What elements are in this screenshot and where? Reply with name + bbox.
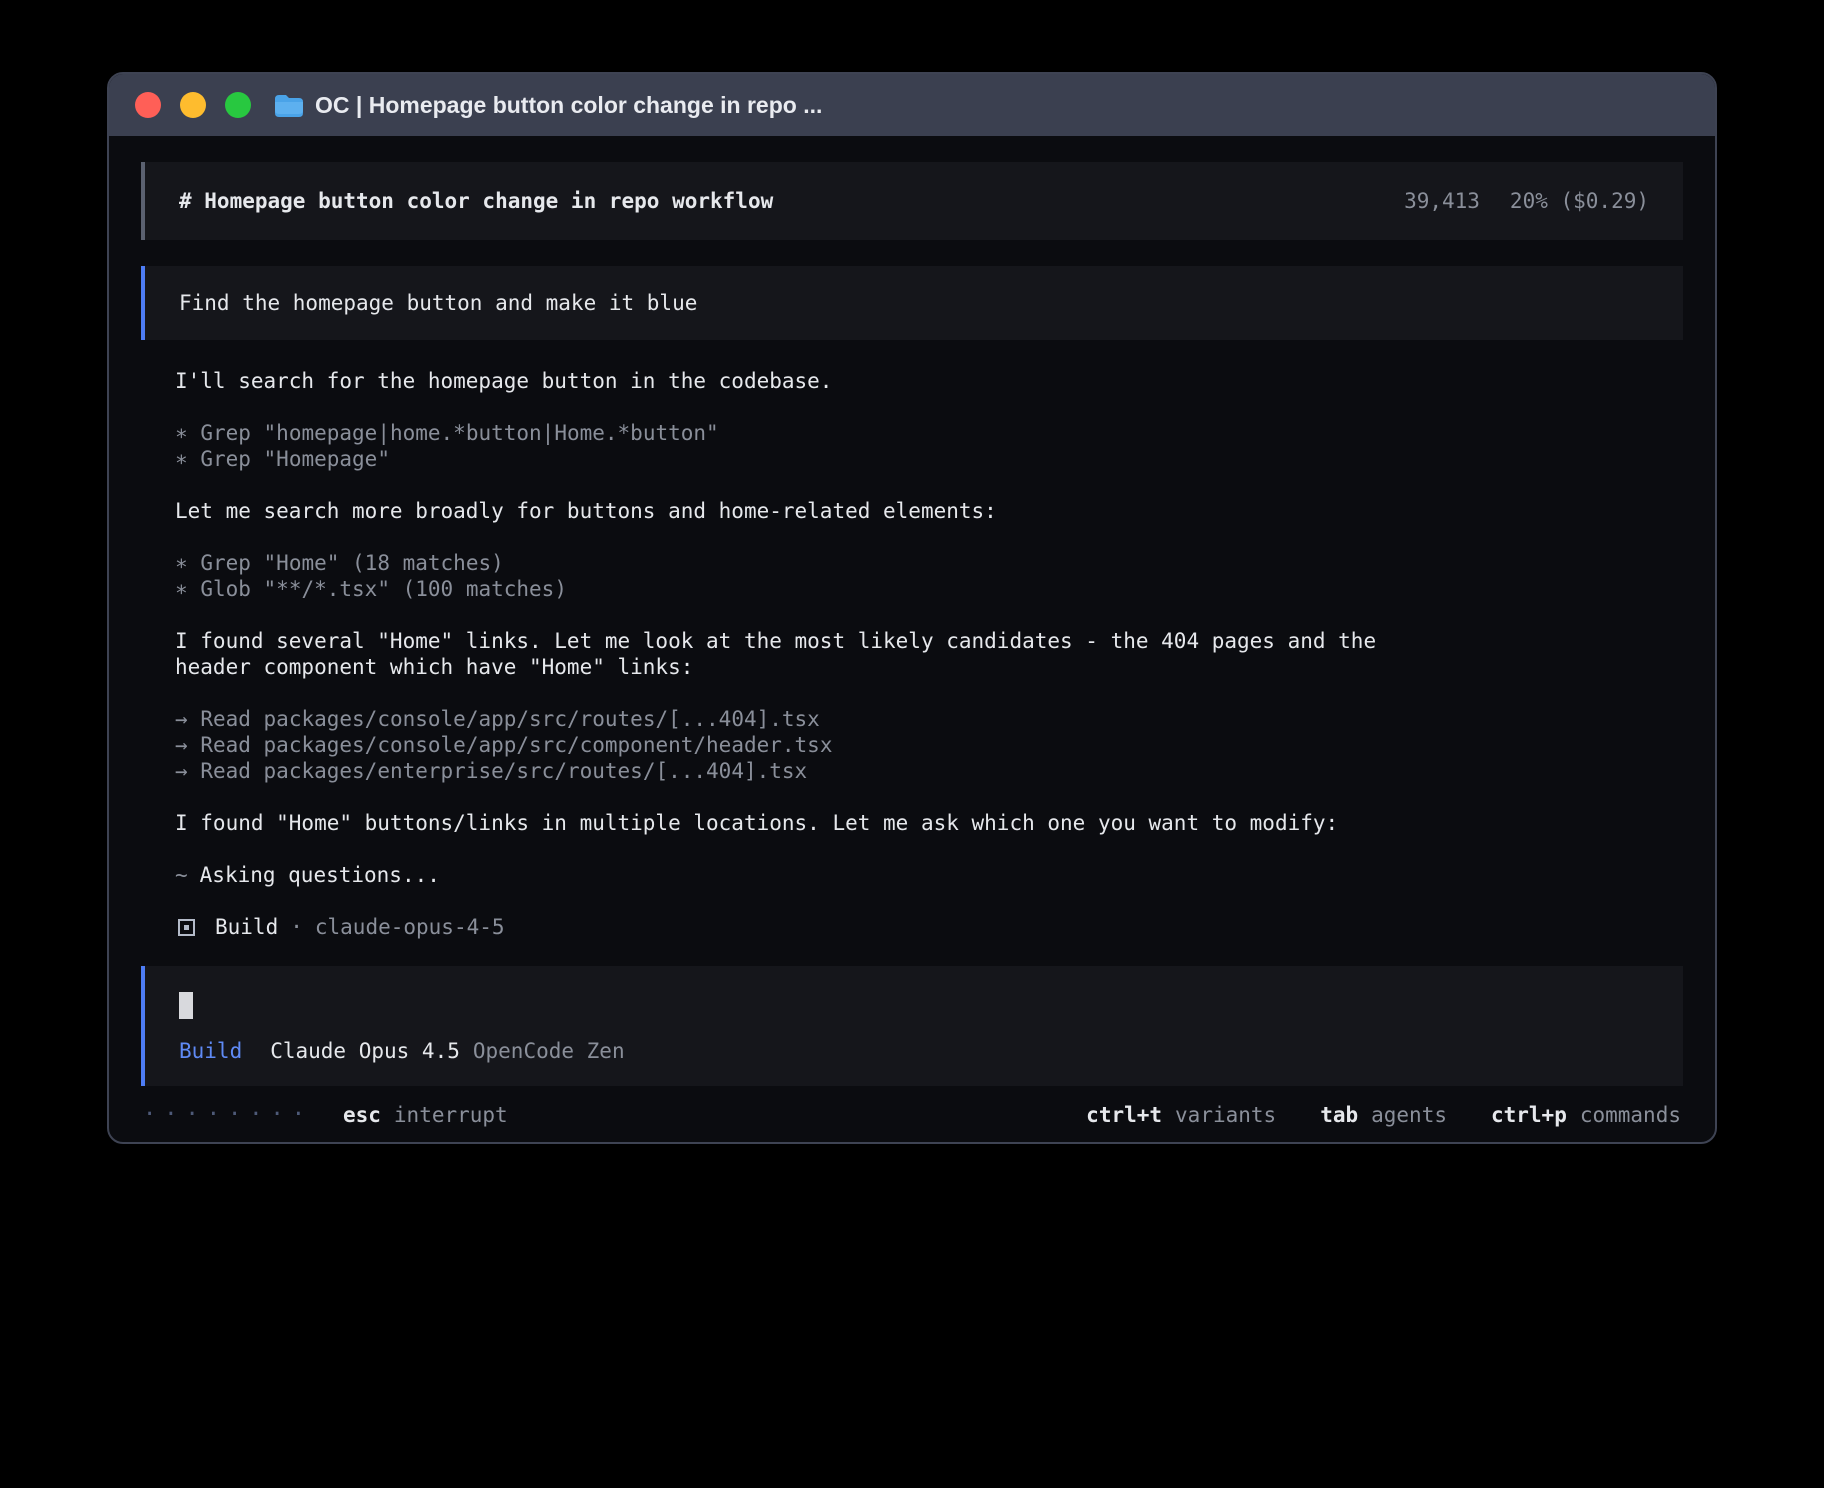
input-meta-row: Build Claude Opus 4.5 OpenCode Zen [179,1038,1649,1064]
zoom-window-button[interactable] [225,92,251,118]
close-window-button[interactable] [135,92,161,118]
tool-bullet-icon: ∗ [175,577,188,601]
model-label[interactable]: Claude Opus 4.5 [270,1038,460,1064]
status-right: ctrl+t variants tab agents ctrl+p comman… [1086,1102,1681,1128]
session-header: # Homepage button color change in repo w… [141,162,1683,240]
assistant-message: I found "Home" buttons/links in multiple… [175,810,1455,836]
window-title: OC | Homepage button color change in rep… [315,92,822,119]
assistant-message: I'll search for the homepage button in t… [175,368,1455,394]
file-read-group: → Read packages/console/app/src/routes/[… [175,706,1455,784]
user-message-text: Find the homepage button and make it blu… [179,291,697,315]
assistant-message: Let me search more broadly for buttons a… [175,498,1455,524]
hint-variants: ctrl+t variants [1086,1102,1276,1128]
spinner-icon: ~ [175,863,188,887]
text-cursor [179,992,193,1019]
tool-bullet-icon: ∗ [175,551,188,575]
status-bar: ········ esc interrupt ctrl+t variants t… [141,1102,1683,1128]
file-read-line: → Read packages/enterprise/src/routes/[.… [175,758,1455,784]
context-usage-cost: 20% ($0.29) [1510,188,1649,214]
tool-call-line: ∗ Grep "homepage|home.*button|Home.*butt… [175,420,1455,446]
minimize-window-button[interactable] [180,92,206,118]
session-stats: 39,413 20% ($0.29) [1404,188,1649,214]
tool-bullet-icon: ∗ [175,447,188,471]
hint-commands: ctrl+p commands [1491,1102,1681,1128]
separator-dot: · [290,914,303,940]
tool-call-line: ∗ Grep "Home" (18 matches) [175,550,1455,576]
assistant-message: I found several "Home" links. Let me loo… [175,628,1455,680]
prompt-input[interactable]: Build Claude Opus 4.5 OpenCode Zen [141,966,1683,1086]
terminal-window: OC | Homepage button color change in rep… [107,72,1717,1144]
user-message: Find the homepage button and make it blu… [141,266,1683,340]
build-agent-icon [178,919,195,936]
hint-agents: tab agents [1320,1102,1447,1128]
esc-key-label: interrupt [394,1102,508,1128]
file-read-line: → Read packages/console/app/src/componen… [175,732,1455,758]
window-titlebar[interactable]: OC | Homepage button color change in rep… [109,74,1715,136]
token-count: 39,413 [1404,188,1480,214]
agent-status-line: Build · claude-opus-4-5 [175,914,1455,940]
tool-call-group: ∗ Grep "homepage|home.*button|Home.*butt… [175,420,1455,472]
arrow-icon: → [175,707,188,731]
tool-call-line: ∗ Glob "**/*.tsx" (100 matches) [175,576,1455,602]
folder-icon [273,93,303,117]
session-title: # Homepage button color change in repo w… [179,188,773,214]
tool-bullet-icon: ∗ [175,421,188,445]
tool-call-group: ∗ Grep "Home" (18 matches) ∗ Glob "**/*.… [175,550,1455,602]
file-read-line: → Read packages/console/app/src/routes/[… [175,706,1455,732]
status-left: ········ esc interrupt [143,1102,508,1128]
agent-name: Build [215,914,278,940]
arrow-icon: → [175,759,188,783]
activity-dots: ········ [143,1102,313,1128]
working-status-line: ~Asking questions... [175,862,1455,888]
esc-key-hint: esc [343,1102,381,1128]
agent-model: claude-opus-4-5 [315,914,505,940]
terminal-content: # Homepage button color change in repo w… [109,136,1715,1128]
assistant-transcript: I'll search for the homepage button in t… [175,368,1455,940]
mode-label[interactable]: Build [179,1038,242,1064]
traffic-lights [135,92,251,118]
provider-label: OpenCode Zen [473,1038,625,1064]
tool-call-line: ∗ Grep "Homepage" [175,446,1455,472]
arrow-icon: → [175,733,188,757]
